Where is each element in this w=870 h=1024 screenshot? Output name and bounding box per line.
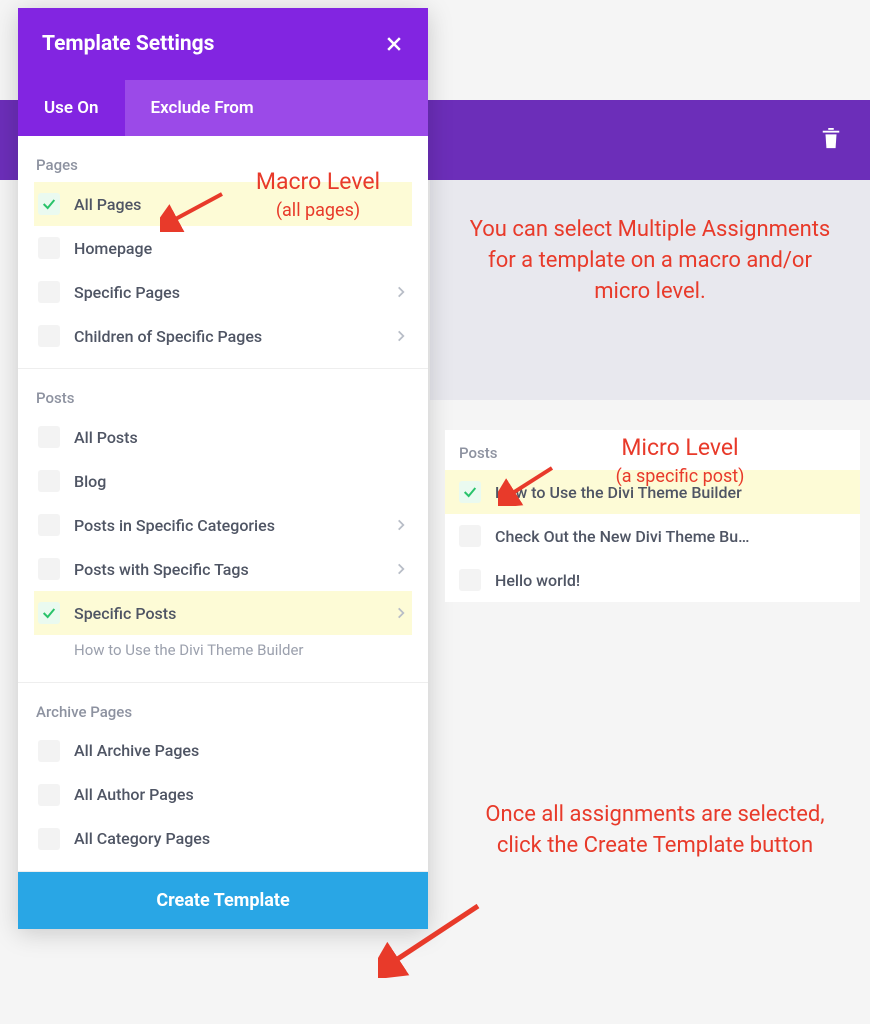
checkbox-all-pages[interactable]	[38, 193, 60, 215]
close-icon[interactable]	[384, 34, 404, 54]
item-label: Posts with Specific Tags	[74, 560, 394, 579]
item-all-category[interactable]: All Category Pages	[34, 817, 412, 861]
checkbox-post-a[interactable]	[459, 481, 481, 503]
check-icon	[41, 605, 57, 621]
checkbox[interactable]	[38, 784, 60, 806]
tab-use-on[interactable]: Use On	[18, 80, 125, 136]
post-item[interactable]: Hello world!	[445, 558, 860, 602]
chevron-right-icon	[394, 518, 408, 532]
item-label: Check Out the New Divi Theme Bu…	[495, 527, 846, 546]
create-template-button[interactable]: Create Template	[18, 872, 428, 929]
item-label: Specific Pages	[74, 283, 394, 302]
section-archive: Archive Pages All Archive Pages All Auth…	[18, 683, 428, 872]
item-specific-pages[interactable]: Specific Pages	[34, 270, 412, 314]
item-all-posts[interactable]: All Posts	[34, 415, 412, 459]
checkbox[interactable]	[459, 569, 481, 591]
checkbox[interactable]	[38, 740, 60, 762]
item-blog[interactable]: Blog	[34, 459, 412, 503]
template-settings-modal: Template Settings Use On Exclude From Pa…	[18, 8, 428, 929]
chevron-right-icon	[394, 562, 408, 576]
item-label: Posts in Specific Categories	[74, 516, 394, 535]
checkbox-specific-posts[interactable]	[38, 602, 60, 624]
checkbox[interactable]	[38, 828, 60, 850]
posts-panel: Posts How to Use the Divi Theme Builder …	[445, 430, 860, 602]
checkbox[interactable]	[38, 470, 60, 492]
chevron-right-icon	[394, 329, 408, 343]
item-label: All Archive Pages	[74, 741, 408, 760]
item-all-archive[interactable]: All Archive Pages	[34, 729, 412, 773]
section-label-archive: Archive Pages	[36, 703, 412, 721]
item-specific-posts[interactable]: Specific Posts	[34, 591, 412, 635]
item-label: All Category Pages	[74, 829, 408, 848]
item-label: Homepage	[74, 239, 408, 258]
section-label-pages: Pages	[36, 156, 412, 174]
item-all-author[interactable]: All Author Pages	[34, 773, 412, 817]
check-icon	[41, 196, 57, 212]
modal-header: Template Settings	[18, 8, 428, 80]
post-item[interactable]: Check Out the New Divi Theme Bu…	[445, 514, 860, 558]
item-label: All Posts	[74, 428, 408, 447]
item-posts-tags[interactable]: Posts with Specific Tags	[34, 547, 412, 591]
item-children-specific-pages[interactable]: Children of Specific Pages	[34, 314, 412, 358]
item-homepage[interactable]: Homepage	[34, 226, 412, 270]
trash-icon[interactable]	[820, 128, 842, 150]
section-posts: Posts All Posts Blog Posts in Specific C…	[18, 369, 428, 683]
item-label: How to Use the Divi Theme Builder	[495, 483, 846, 502]
checkbox[interactable]	[38, 426, 60, 448]
item-label: Children of Specific Pages	[74, 327, 394, 346]
checkbox[interactable]	[38, 237, 60, 259]
post-item-selected[interactable]: How to Use the Divi Theme Builder	[445, 470, 860, 514]
tab-exclude-from[interactable]: Exclude From	[125, 80, 280, 136]
section-label-posts: Posts	[36, 389, 412, 407]
section-label-posts-right: Posts	[459, 444, 860, 462]
tabs: Use On Exclude From	[18, 80, 428, 136]
background-grey-panel	[430, 180, 870, 400]
item-label: Specific Posts	[74, 604, 394, 623]
chevron-right-icon	[394, 606, 408, 620]
sub-selected-post: How to Use the Divi Theme Builder	[34, 635, 412, 672]
item-label: All Pages	[74, 195, 408, 214]
checkbox[interactable]	[38, 558, 60, 580]
checkbox[interactable]	[38, 514, 60, 536]
item-all-pages[interactable]: All Pages	[34, 182, 412, 226]
item-posts-categories[interactable]: Posts in Specific Categories	[34, 503, 412, 547]
section-pages: Pages All Pages Homepage Specific Pages …	[18, 136, 428, 369]
item-label: Blog	[74, 472, 408, 491]
modal-title: Template Settings	[42, 32, 214, 56]
item-label: All Author Pages	[74, 785, 408, 804]
checkbox[interactable]	[459, 525, 481, 547]
checkbox[interactable]	[38, 281, 60, 303]
check-icon	[462, 484, 478, 500]
item-label: Hello world!	[495, 571, 846, 590]
annotation-bottom: Once all assignments are selected, click…	[480, 800, 830, 862]
checkbox[interactable]	[38, 325, 60, 347]
chevron-right-icon	[394, 285, 408, 299]
